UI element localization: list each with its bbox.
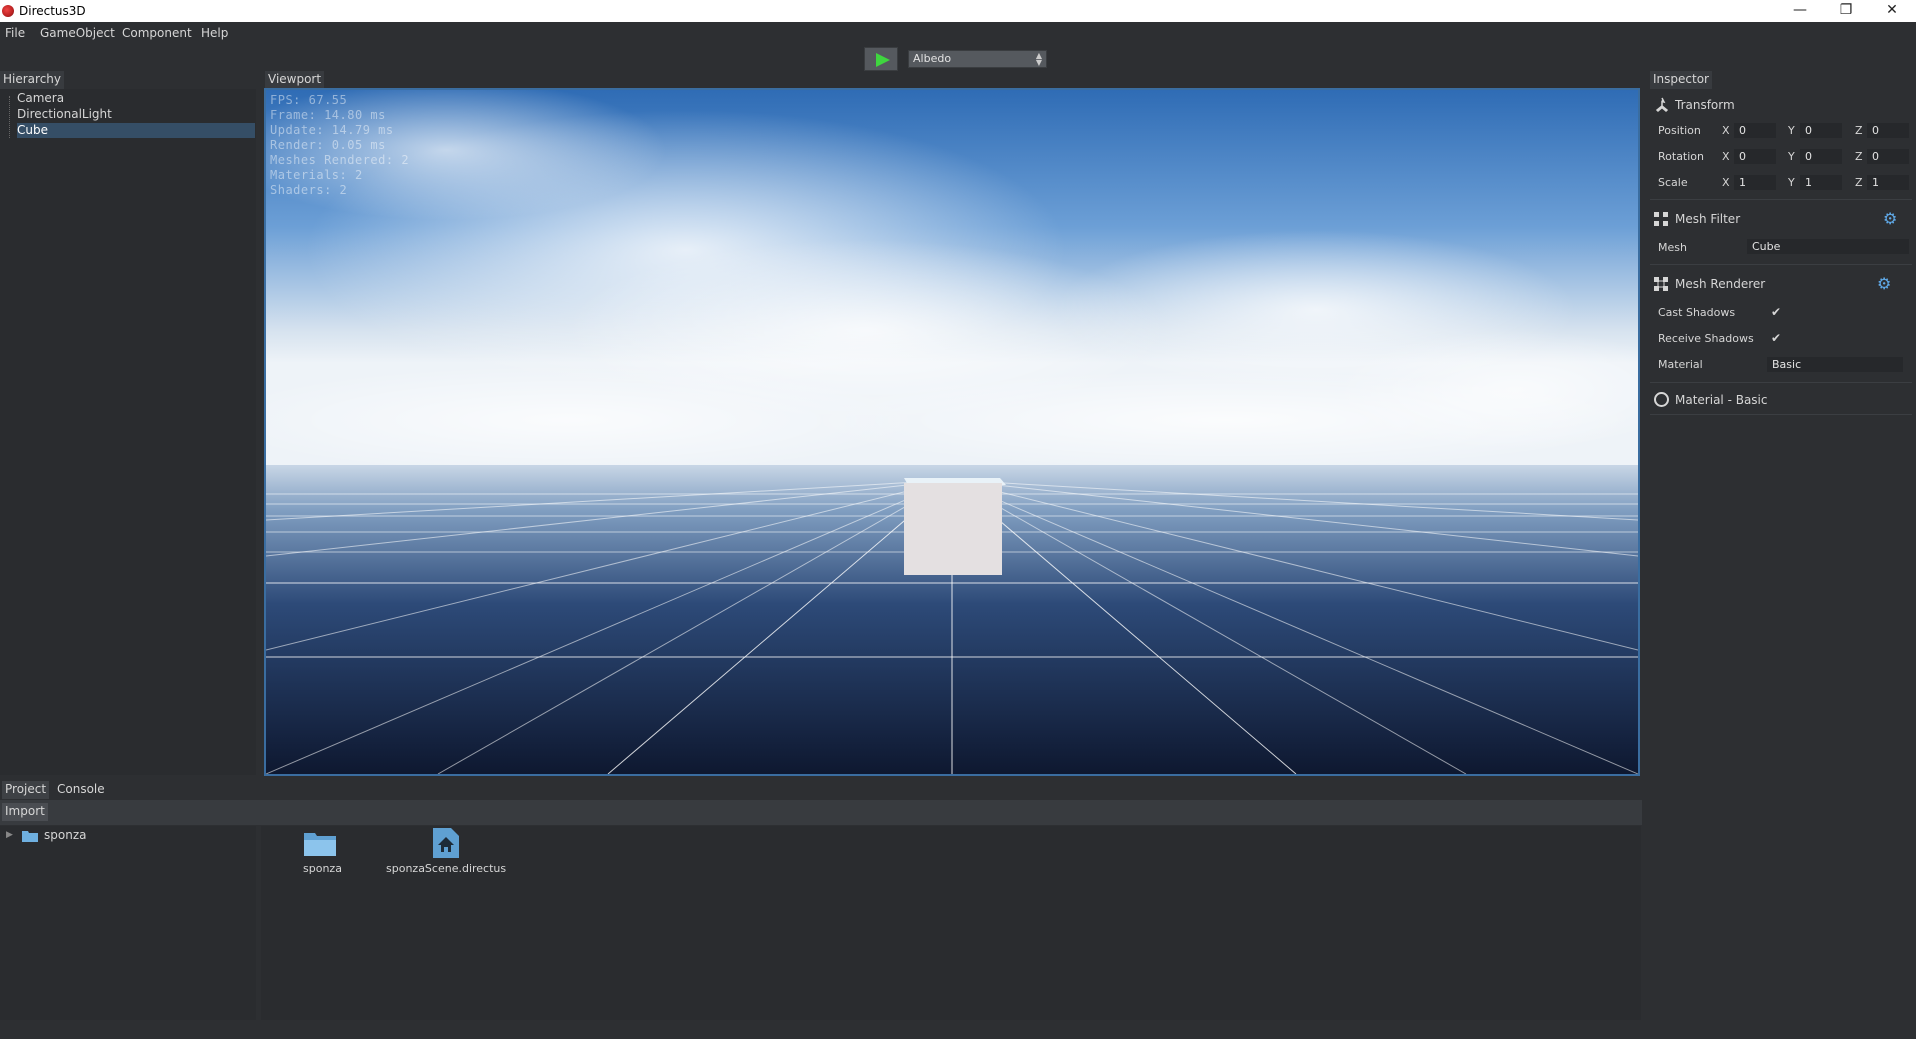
position-z-field[interactable]: 0 (1867, 123, 1909, 138)
divider (1650, 382, 1912, 383)
tab-viewport[interactable]: Viewport (265, 71, 325, 89)
scale-y-axis: Y (1788, 176, 1795, 189)
hierarchy-panel (0, 89, 256, 775)
menu-file[interactable]: File (5, 26, 25, 40)
mesh-label: Mesh (1658, 241, 1687, 254)
menu-gameobject[interactable]: GameObject (40, 26, 115, 40)
stat-frame: Frame: 14.80 ms (270, 108, 386, 122)
scale-z-field[interactable]: 1 (1867, 175, 1909, 190)
asset-sponza-label: sponza (303, 862, 342, 875)
tree-guide (9, 96, 10, 138)
divider (1650, 414, 1912, 415)
project-tree-panel (0, 826, 256, 1020)
asset-sponza-scene[interactable] (430, 826, 460, 860)
scale-label: Scale (1658, 176, 1688, 189)
stat-render: Render: 0.05 ms (270, 138, 386, 152)
scale-z-axis: Z (1855, 176, 1863, 189)
folder-icon (22, 831, 38, 842)
scale-x-axis: X (1722, 176, 1730, 189)
scene-file-icon (433, 828, 459, 858)
menu-bar: File GameObject Component Help (0, 22, 1916, 44)
transform-icon (1655, 97, 1669, 113)
updown-arrows-icon: ▲ ▼ (1035, 51, 1042, 67)
title-bar: Directus3D — ❐ ✕ (0, 0, 1916, 22)
status-bar (0, 1021, 1916, 1039)
window-title: Directus3D (19, 4, 86, 18)
render-stats: FPS: 67.55 Frame: 14.80 ms Update: 14.79… (270, 93, 409, 198)
stat-shaders: Shaders: 2 (270, 183, 348, 197)
tab-project[interactable]: Project (2, 781, 50, 799)
material-title: Material - Basic (1675, 393, 1768, 407)
project-toolbar (0, 800, 1642, 825)
asset-browser-panel (261, 826, 1641, 1020)
position-y-field[interactable]: 0 (1800, 123, 1842, 138)
material-icon (1654, 392, 1669, 407)
hierarchy-item-directionallight[interactable]: DirectionalLight (17, 106, 112, 122)
tab-hierarchy[interactable]: Hierarchy (0, 71, 65, 89)
menu-component[interactable]: Component (122, 26, 192, 40)
position-label: Position (1658, 124, 1701, 137)
transform-title: Transform (1675, 98, 1735, 112)
scene-render (266, 90, 1638, 774)
play-icon (876, 53, 890, 67)
hierarchy-selection-highlight (17, 123, 255, 138)
tree-item-sponza[interactable]: sponza (44, 828, 86, 842)
tab-console[interactable]: Console (54, 781, 108, 799)
stat-meshes: Meshes Rendered: 2 (270, 153, 410, 167)
inspector-panel (1646, 89, 1916, 1026)
receive-shadows-checkbox[interactable]: ✔ (1771, 332, 1783, 344)
rotation-x-axis: X (1722, 150, 1730, 163)
rotation-y-axis: Y (1788, 150, 1795, 163)
scale-x-field[interactable]: 1 (1734, 175, 1776, 190)
rotation-y-field[interactable]: 0 (1800, 149, 1842, 164)
mesh-filter-gear-icon[interactable]: ⚙ (1883, 211, 1899, 227)
position-x-field[interactable]: 0 (1734, 123, 1776, 138)
scale-y-field[interactable]: 1 (1800, 175, 1842, 190)
hierarchy-item-camera[interactable]: Camera (17, 90, 64, 106)
hierarchy-item-cube[interactable]: Cube (17, 122, 48, 138)
divider (1650, 199, 1912, 200)
divider (1650, 264, 1912, 265)
mesh-renderer-gear-icon[interactable]: ⚙ (1877, 276, 1893, 292)
rotation-z-field[interactable]: 0 (1867, 149, 1909, 164)
mesh-renderer-title: Mesh Renderer (1675, 277, 1766, 291)
mesh-filter-icon (1654, 212, 1668, 226)
asset-sponza-scene-label: sponzaScene.directus (386, 862, 507, 875)
minimize-button[interactable]: — (1777, 0, 1823, 22)
cast-shadows-label: Cast Shadows (1658, 306, 1736, 319)
cast-shadows-checkbox[interactable]: ✔ (1771, 306, 1783, 318)
position-y-axis: Y (1788, 124, 1795, 137)
position-x-axis: X (1722, 124, 1730, 137)
render-mode-select[interactable]: Albedo ▲ ▼ (908, 50, 1047, 68)
menu-help[interactable]: Help (201, 26, 228, 40)
folder-icon (304, 833, 336, 856)
cube-object (904, 478, 1006, 575)
app-icon (2, 5, 14, 17)
tab-inspector[interactable]: Inspector (1650, 71, 1712, 89)
stat-fps: FPS: 67.55 (270, 93, 348, 107)
mesh-field[interactable]: Cube (1747, 239, 1909, 254)
stat-materials: Materials: 2 (270, 168, 363, 182)
close-button[interactable]: ✕ (1869, 0, 1915, 22)
restore-button[interactable]: ❐ (1823, 0, 1869, 22)
rotation-x-field[interactable]: 0 (1734, 149, 1776, 164)
toolbar: Albedo ▲ ▼ (0, 44, 1916, 72)
material-label: Material (1658, 358, 1703, 371)
rotation-label: Rotation (1658, 150, 1705, 163)
receive-shadows-label: Receive Shadows (1658, 332, 1754, 345)
mesh-filter-title: Mesh Filter (1675, 212, 1741, 226)
tree-expand-icon[interactable]: ▶ (6, 830, 13, 840)
rotation-z-axis: Z (1855, 150, 1863, 163)
position-z-axis: Z (1855, 124, 1863, 137)
stat-update: Update: 14.79 ms (270, 123, 394, 137)
mesh-renderer-icon (1654, 277, 1668, 291)
import-button[interactable]: Import (2, 803, 48, 821)
play-button[interactable] (864, 47, 898, 71)
scene-viewport[interactable]: FPS: 67.55 Frame: 14.80 ms Update: 14.79… (264, 88, 1640, 776)
render-mode-value: Albedo (913, 52, 952, 65)
material-field[interactable]: Basic (1767, 357, 1903, 372)
